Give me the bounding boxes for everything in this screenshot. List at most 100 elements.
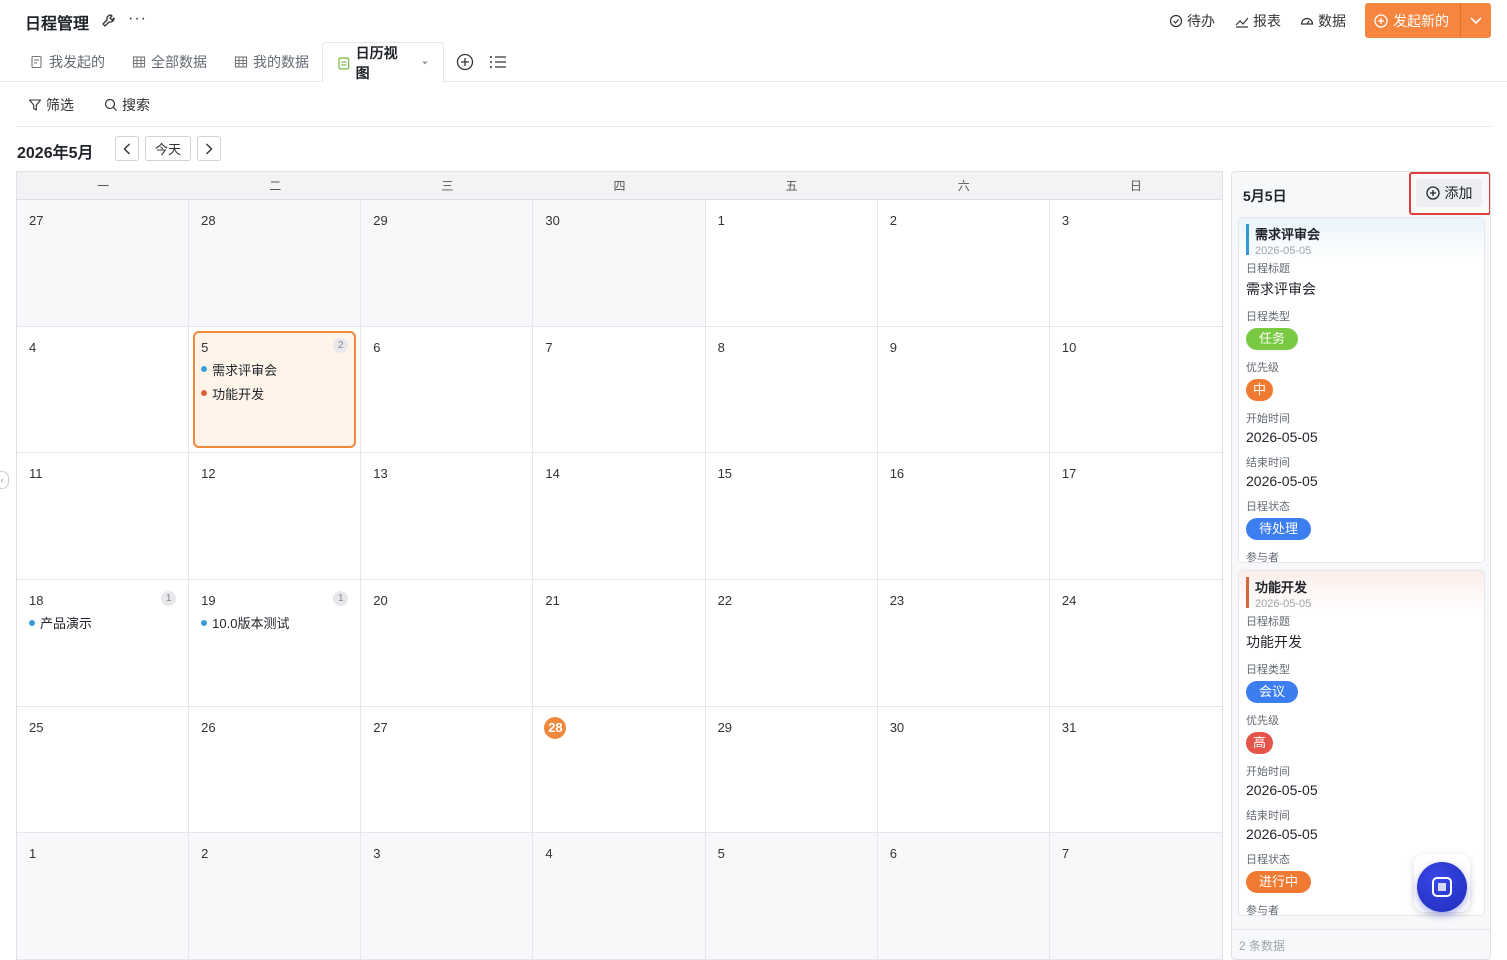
field-label: 日程类型 [1246,311,1290,323]
priority-tag: 高 [1246,732,1274,754]
list-icon[interactable] [489,53,507,71]
date-number: 25 [29,719,44,735]
calendar-day-cell[interactable]: 27 [361,706,534,834]
field-label: 开始时间 [1246,413,1290,425]
calendar-event[interactable]: 10.0版本测试 [201,613,360,632]
day-detail-panel: 5月5日 添加 需求评审会 2026-05-05 日程标题 需求评审会 日程类型 任务 优先… [1231,171,1491,960]
calendar-grid: 27 28 29 30 1 2 3 4 5 需求评审会 功能开发 2 6 7 8 9 10 11 12 13 14 15 1… [17,200,1222,960]
calendar-day-cell[interactable]: 11 [17,453,190,581]
calendar-event[interactable]: 需求评审会 [201,360,360,379]
weekday-label: 三 [441,179,454,193]
calendar-day-cell[interactable]: 30 [877,706,1050,834]
calendar-day-cell[interactable]: 30 [533,200,706,327]
launch-new-button[interactable]: 发起新的 [1365,3,1491,38]
calendar-day-cell[interactable]: 19 10.0版本测试 1 [189,580,362,707]
weekday-label: 四 [613,179,626,193]
calendar-day-cell[interactable]: 3 [361,833,534,960]
calendar-day-cell[interactable]: 4 [17,326,190,454]
calendar-day-cell[interactable]: 13 [361,453,534,581]
launch-new-main[interactable]: 发起新的 [1365,11,1460,31]
calendar-day-cell[interactable]: 9 [877,326,1050,454]
report-label: 报表 [1253,13,1281,29]
calendar-day-cell[interactable]: 7 [1049,833,1222,960]
filter-button[interactable]: 筛选 [28,95,74,115]
today-button[interactable]: 今天 [145,136,191,161]
calendar-event[interactable]: 产品演示 [29,613,188,632]
calendar-day-cell[interactable]: 27 [17,200,190,327]
calendar-day-cell[interactable]: 25 [17,706,190,834]
calendar-day-cell[interactable]: 28 [533,706,706,834]
calendar-event[interactable]: 功能开发 [201,384,360,403]
calendar-day-cell[interactable]: 1 [705,200,878,327]
calendar-day-cell[interactable]: 26 [189,706,362,834]
calendar-day-cell[interactable]: 8 [705,326,878,454]
event-dot-icon [201,390,208,397]
plus-circle-icon [1425,186,1440,200]
tab-calendar-view[interactable]: 日历视图 [322,42,444,83]
calendar-day-cell[interactable]: 18 产品演示 1 [17,580,190,707]
prev-month-button[interactable] [115,136,139,161]
calendar-day-cell[interactable]: 20 [361,580,534,707]
calendar-day-cell[interactable]: 28 [189,200,362,327]
filter-bar: 筛选 搜索 [17,82,1491,127]
calendar-day-cell[interactable]: 5 需求评审会 功能开发 2 [189,326,362,454]
date-number: 6 [889,846,897,862]
calendar-day-cell[interactable]: 10 [1049,326,1222,454]
date-number: 7 [1061,846,1070,862]
calendar-day-cell[interactable]: 6 [877,833,1050,960]
field-value: 2026-05-05 [1246,473,1318,489]
tab-mine-started[interactable]: 我发起的 [30,42,105,82]
calendar-day-cell[interactable]: 5 [705,833,878,960]
date-number: 13 [373,466,388,482]
date-number: 4 [29,339,37,355]
table-icon [234,56,248,68]
schedule-card[interactable]: 需求评审会 2026-05-05 日程标题 需求评审会 日程类型 任务 优先级中开始时间 20… [1238,217,1485,563]
calendar-day-cell[interactable]: 7 [533,326,706,454]
date-number: 19 [201,593,216,609]
launch-dropdown-button[interactable] [1461,16,1491,25]
calendar-day-cell[interactable]: 16 [877,453,1050,581]
calendar-day-cell[interactable]: 12 [189,453,362,581]
tab-all-data[interactable]: 全部数据 [132,42,207,82]
tab-my-data[interactable]: 我的数据 [234,42,309,82]
data-link[interactable]: 数据 [1300,11,1346,31]
card-header: 需求评审会 2026-05-05 [1239,218,1484,260]
field-label: 参与者 [1246,552,1279,563]
date-number: 9 [889,339,897,355]
calendar-day-cell[interactable]: 2 [877,200,1050,327]
collapse-handle[interactable]: ‹ [0,471,9,489]
calendar-day-cell[interactable]: 24 [1049,580,1222,707]
calendar-day-cell[interactable]: 22 [705,580,878,707]
calendar-day-cell[interactable]: 29 [361,200,534,327]
date-number: 30 [889,719,905,735]
calendar-day-cell[interactable]: 2 [189,833,362,960]
date-number: 26 [201,719,216,735]
calendar-day-cell[interactable]: 31 [1049,706,1222,834]
calendar-day-cell[interactable]: 29 [705,706,878,834]
calendar-day-cell[interactable]: 17 [1049,453,1222,581]
calendar-day-cell[interactable]: 14 [533,453,706,581]
date-number: 18 [29,593,44,609]
calendar-day-cell[interactable]: 21 [533,580,706,707]
calendar-day-cell[interactable]: 23 [877,580,1050,707]
todo-label: 待办 [1187,13,1215,29]
add-button-highlight: 添加 [1409,172,1490,215]
wrench-icon[interactable] [100,12,118,30]
calendar-day-cell[interactable]: 1 [17,833,190,960]
report-link[interactable]: 报表 [1235,11,1281,31]
next-month-button[interactable] [197,136,221,161]
calendar-day-cell[interactable]: 3 [1049,200,1222,327]
calendar-day-cell[interactable]: 6 [361,326,534,454]
today-date-number: 28 [544,716,567,739]
calendar-day-cell[interactable]: 4 [533,833,706,960]
calendar-day-cell[interactable]: 15 [705,453,878,581]
search-button[interactable]: 搜索 [104,95,150,115]
more-icon[interactable]: ··· [128,10,147,28]
ai-assistant-button[interactable] [1414,854,1470,912]
tab-my-data-label: 我的数据 [253,54,309,70]
date-number: 30 [545,213,560,228]
add-view-icon[interactable] [456,53,474,71]
add-button[interactable]: 添加 [1416,179,1482,207]
caret-down-icon[interactable] [421,59,429,67]
todo-link[interactable]: 待办 [1169,11,1215,31]
